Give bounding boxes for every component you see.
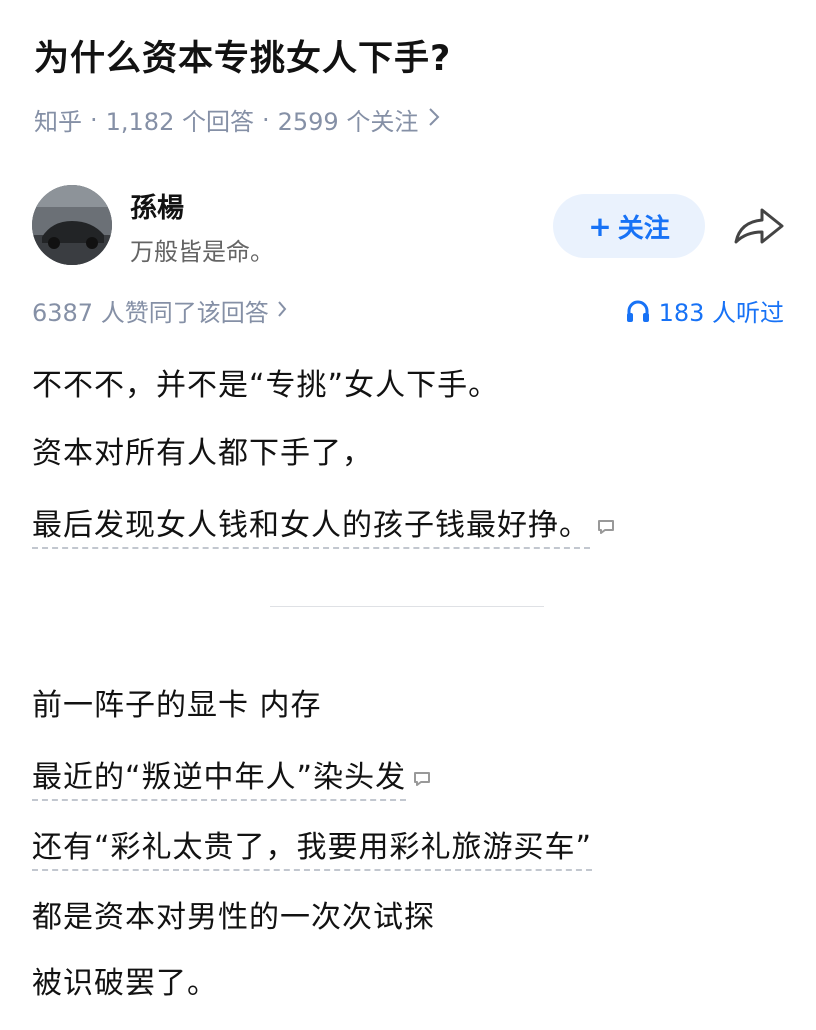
share-icon[interactable]	[728, 202, 788, 252]
paragraph-5-line[interactable]: 最近的“叛逆中年人”染头发	[32, 752, 432, 801]
follow-button[interactable]: + 关注	[553, 194, 705, 258]
listen-count[interactable]: 183 人听过	[625, 293, 784, 328]
meta-dot: ·	[90, 105, 98, 134]
avatar[interactable]	[32, 185, 112, 265]
paragraph-7: 都是资本对男性的一次次试探	[32, 900, 435, 935]
paragraph-1: 不不不，并不是“专挑”女人下手。	[32, 368, 500, 403]
plus-icon: +	[588, 209, 612, 243]
meta-answers: 1,182 个回答	[105, 108, 254, 136]
listen-count-text: 183 人听过	[658, 299, 784, 327]
section-divider	[270, 606, 544, 607]
comment-icon[interactable]	[412, 761, 432, 796]
question-title[interactable]: 为什么资本专挑女人下手?	[34, 30, 451, 81]
paragraph-6-line[interactable]: 还有“彩礼太贵了，我要用彩礼旅游买车”	[32, 822, 593, 871]
author-bio: 万般皆是命。	[130, 238, 274, 266]
paragraph-6[interactable]: 还有“彩礼太贵了，我要用彩礼旅游买车”	[32, 830, 593, 871]
paragraph-2: 资本对所有人都下手了，	[32, 436, 373, 471]
vote-count-text: 6387 人赞同了该回答	[32, 299, 269, 327]
question-meta[interactable]: 知乎 · 1,182 个回答 · 2599 个关注	[34, 102, 440, 137]
chevron-right-icon	[428, 107, 440, 133]
meta-followers: 2599 个关注	[277, 108, 419, 136]
chevron-right-icon	[277, 299, 287, 323]
paragraph-8: 被识破罢了。	[32, 966, 218, 1001]
meta-source: 知乎	[34, 108, 82, 136]
paragraph-5[interactable]: 最近的“叛逆中年人”染头发	[32, 760, 407, 801]
paragraph-3[interactable]: 最后发现女人钱和女人的孩子钱最好挣。	[32, 508, 590, 549]
headphones-icon	[626, 300, 649, 322]
vote-count[interactable]: 6387 人赞同了该回答	[32, 293, 287, 328]
comment-icon[interactable]	[596, 509, 616, 544]
paragraph-3-line[interactable]: 最后发现女人钱和女人的孩子钱最好挣。	[32, 500, 616, 549]
follow-label: 关注	[617, 213, 670, 244]
meta-dot: ·	[261, 105, 270, 134]
paragraph-4: 前一阵子的显卡 内存	[32, 688, 322, 723]
author-name[interactable]: 孫楊	[130, 186, 184, 225]
